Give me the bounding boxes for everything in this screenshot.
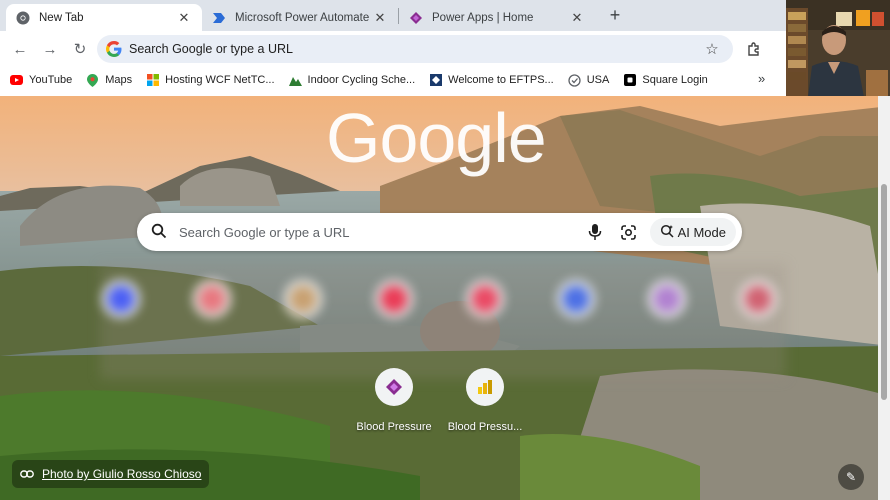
shortcut-tile-blurred[interactable] [192,279,232,319]
ai-mode-label: AI Mode [677,224,726,240]
forward-button[interactable]: → [36,35,64,63]
bookmark-label: Indoor Cycling Sche... [307,74,416,86]
omnibox-text: Search Google or type a URL [129,42,293,56]
bookmark-maps[interactable]: Maps [86,73,133,87]
bookmarks-overflow-button[interactable]: » [758,71,765,86]
power-automate-icon [212,11,226,25]
bookmark-indoor-cycling[interactable]: Indoor Cycling Sche... [288,74,416,87]
windows-icon [146,74,159,87]
bookmark-hosting-wcf[interactable]: Hosting WCF NetTC... [146,74,275,87]
customize-chrome-pencil-icon[interactable]: ✎ [838,464,864,490]
ai-search-icon [660,224,674,241]
close-icon[interactable]: ✕ [569,10,585,26]
bookmark-eftps[interactable]: Welcome to EFTPS... [429,74,554,87]
shortcut-tile-blood-pressure-1[interactable]: Blood Pressure [354,368,434,433]
address-bar[interactable]: Search Google or type a URL ☆ [97,35,733,63]
tab-title: Power Apps | Home [432,11,534,24]
webcam-overlay [786,0,890,97]
shortcut-tile-blurred[interactable] [556,279,596,319]
shortcut-tile-blood-pressure-2[interactable]: Blood Pressu... [445,368,525,433]
bookmark-label: USA [586,74,610,86]
bookmark-label: Maps [105,74,133,86]
bookmark-label: Hosting WCF NetTC... [165,74,275,86]
scrollbar-thumb[interactable] [881,184,887,400]
close-icon[interactable]: ✕ [372,10,388,26]
shortcut-tile-blurred[interactable] [738,279,778,319]
shortcut-tile-blurred[interactable] [465,279,505,319]
power-bi-icon [466,368,504,406]
ai-mode-button[interactable]: AI Mode [649,218,736,246]
bookmark-usa[interactable]: USA [568,73,610,87]
tab-new-tab[interactable]: New Tab ✕ [6,4,202,31]
shortcut-tile-blurred[interactable] [647,279,687,319]
google-lens-icon[interactable] [616,219,642,245]
browser-toolbar: ← → ↻ Search Google or type a URL ☆ [0,31,786,67]
power-apps-icon [375,368,413,406]
bookmark-label: Square Login [642,74,708,86]
eftps-icon [429,74,442,87]
microphone-icon[interactable] [582,219,608,245]
tab-power-apps[interactable]: Power Apps | Home ✕ [399,4,595,31]
extensions-puzzle-icon[interactable] [744,39,764,59]
maps-icon [86,73,99,87]
search-icon [151,223,167,242]
bookmarks-bar: YouTube Maps Hosting WCF NetTC... Indoor… [0,67,786,93]
chrome-icon [16,11,30,25]
power-apps-icon [409,11,423,25]
tab-strip: New Tab ✕ Microsoft Power Automate | Ho … [0,0,786,31]
square-icon [623,74,636,87]
ntp-search-box[interactable]: Search Google or type a URL AI Mode [137,213,742,251]
shortcut-label: Blood Pressure [356,421,432,433]
link-icon [20,467,34,482]
search-placeholder: Search Google or type a URL [179,224,350,240]
shortcut-label: Blood Pressu... [447,421,523,433]
google-g-icon [106,41,122,57]
new-tab-page: Google Search Google or type a URL AI Mo… [0,96,890,500]
tab-title: New Tab [39,11,84,24]
tab-title: Microsoft Power Automate | Ho [235,11,372,24]
bookmark-square-login[interactable]: Square Login [623,74,708,87]
attribution-text: Photo by Giulio Rosso Chioso [42,467,202,481]
photo-attribution-link[interactable]: Photo by Giulio Rosso Chioso [12,460,210,488]
reload-button[interactable]: ↻ [66,35,94,63]
mountain-icon [288,74,302,87]
tab-power-automate[interactable]: Microsoft Power Automate | Ho ✕ [202,4,398,31]
bookmark-star-icon[interactable]: ☆ [701,38,723,60]
back-button[interactable]: ← [6,35,34,63]
close-icon[interactable]: ✕ [176,10,192,26]
bookmark-label: YouTube [29,74,73,86]
usa-icon [568,73,581,87]
google-logo: Google [326,99,547,177]
shortcut-tile-blurred[interactable] [101,279,141,319]
bookmark-label: Welcome to EFTPS... [448,74,554,86]
bookmark-youtube[interactable]: YouTube [10,74,72,87]
youtube-icon [10,74,23,87]
shortcut-tile-blurred[interactable] [374,279,414,319]
page-scrollbar[interactable] [878,96,890,500]
new-tab-button[interactable]: + [603,4,627,28]
shortcut-tile-blurred[interactable] [283,279,323,319]
